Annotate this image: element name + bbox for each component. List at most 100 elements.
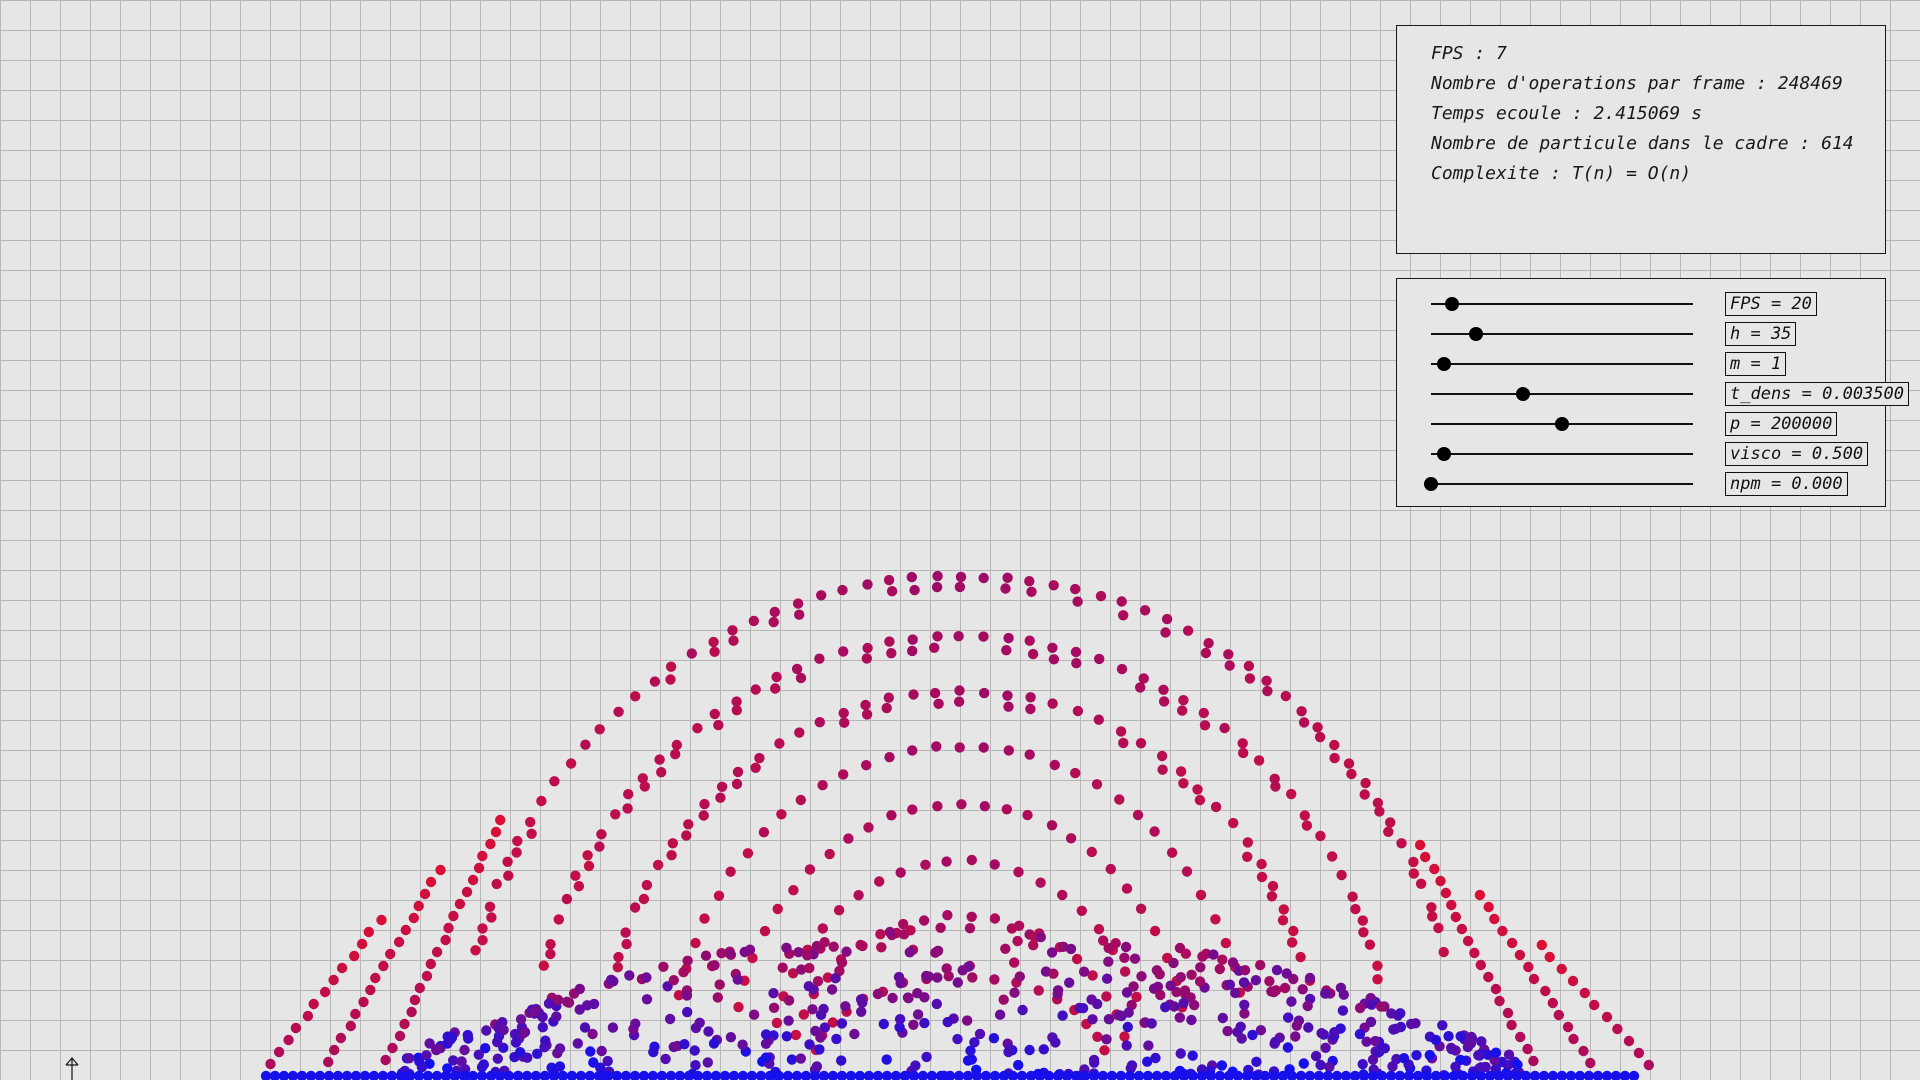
particle <box>798 1009 809 1020</box>
particle <box>754 752 765 764</box>
slider-track[interactable] <box>1431 363 1693 365</box>
particle <box>1177 705 1188 716</box>
particle <box>1349 1070 1361 1080</box>
particle <box>1158 696 1170 707</box>
particle <box>1562 1021 1574 1033</box>
particle <box>716 781 728 792</box>
particle <box>1009 987 1020 998</box>
particle <box>1087 1014 1098 1025</box>
particle <box>1568 1033 1579 1045</box>
slider-npm[interactable]: npm = 0.000 <box>1397 472 1885 496</box>
particle <box>1301 820 1313 831</box>
particle <box>1522 1043 1533 1055</box>
particle <box>1004 1044 1015 1055</box>
particle <box>1155 989 1166 1001</box>
particle <box>1354 1028 1366 1040</box>
particle <box>942 1016 953 1028</box>
particle <box>1280 690 1292 702</box>
particle <box>620 1070 632 1080</box>
particle <box>838 769 849 780</box>
slider-fps[interactable]: FPS = 20 <box>1397 292 1885 316</box>
particle <box>1210 801 1222 813</box>
slider-thumb[interactable] <box>1515 387 1530 401</box>
particle <box>1194 794 1206 806</box>
particle <box>345 1020 356 1032</box>
slider-track[interactable] <box>1431 453 1693 455</box>
particle <box>699 798 710 810</box>
particle <box>1277 915 1289 926</box>
particle <box>700 950 712 961</box>
slider-track[interactable] <box>1431 393 1693 395</box>
particle <box>490 826 502 838</box>
particle <box>1203 638 1214 649</box>
particle <box>733 1001 744 1013</box>
particle <box>1450 911 1462 923</box>
slider-npm-label: npm = 0.000 <box>1725 472 1848 496</box>
particle <box>681 990 693 1001</box>
slider-h[interactable]: h = 35 <box>1397 322 1885 346</box>
particle <box>400 924 411 936</box>
particle <box>543 998 555 1009</box>
particle <box>921 1051 932 1063</box>
particle <box>1347 891 1358 902</box>
particle <box>1149 925 1161 937</box>
particle <box>777 962 788 973</box>
particle <box>681 830 692 841</box>
particle <box>690 1060 701 1071</box>
particle <box>1556 963 1567 975</box>
particle <box>409 994 421 1006</box>
particle <box>932 570 943 582</box>
particle <box>1295 1070 1307 1080</box>
slider-thumb[interactable] <box>1555 417 1569 431</box>
particle <box>1101 991 1112 1002</box>
particle <box>378 960 389 972</box>
particle <box>1547 1070 1559 1080</box>
particle <box>622 803 633 814</box>
slider-p[interactable]: p = 200000 <box>1397 412 1885 436</box>
particle <box>613 951 624 963</box>
slider-thumb[interactable] <box>1468 327 1483 341</box>
particle <box>713 890 725 901</box>
particle <box>456 1056 467 1067</box>
slider-track[interactable] <box>1431 483 1693 485</box>
particle <box>1286 788 1297 800</box>
particle <box>478 1059 489 1070</box>
particle <box>935 922 946 933</box>
particle <box>1267 880 1279 892</box>
particle <box>1490 983 1502 995</box>
particle <box>454 898 466 910</box>
slider-thumb[interactable] <box>1437 447 1452 461</box>
particle <box>737 1039 748 1050</box>
fps-readout: FPS : 7 <box>1431 43 1507 64</box>
particle <box>760 1052 772 1063</box>
slider-thumb[interactable] <box>1424 477 1438 491</box>
particle <box>370 972 381 984</box>
slider-thumb[interactable] <box>1444 297 1459 311</box>
particle <box>1182 625 1194 636</box>
particle <box>1072 705 1084 717</box>
particle <box>989 859 1000 870</box>
particle <box>742 848 754 859</box>
particle <box>1024 749 1035 760</box>
particle <box>826 984 838 995</box>
particle <box>582 1000 593 1011</box>
particle <box>807 1004 818 1015</box>
particle <box>836 1018 848 1029</box>
particle <box>854 1070 866 1080</box>
slider-visco[interactable]: visco = 0.500 <box>1397 442 1885 466</box>
particle <box>894 1014 906 1025</box>
particle <box>522 1052 533 1063</box>
particle <box>886 586 898 597</box>
slider-thumb[interactable] <box>1437 357 1452 371</box>
slider-m[interactable]: m = 1 <box>1397 352 1885 376</box>
slider-t-dens[interactable]: t_dens = 0.003500 <box>1397 382 1909 406</box>
particle <box>1420 851 1431 863</box>
operations-readout: Nombre d'operations par frame : 248469 <box>1431 73 1843 94</box>
particle <box>989 913 1001 924</box>
particle <box>1320 988 1331 999</box>
particle <box>1114 794 1125 805</box>
particle <box>408 912 419 924</box>
particle <box>1310 1050 1322 1062</box>
slider-track[interactable] <box>1431 303 1693 305</box>
particle <box>1364 939 1376 950</box>
